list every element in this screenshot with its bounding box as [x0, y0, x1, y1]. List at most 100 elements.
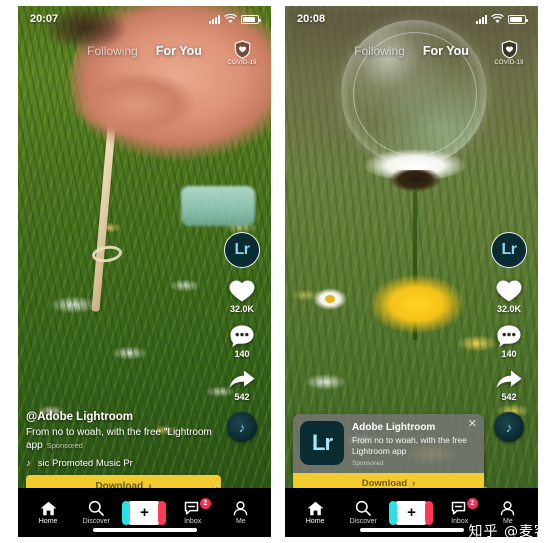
inbox-message-icon — [184, 501, 199, 515]
music-disc-icon[interactable]: ♪ — [227, 412, 257, 442]
comment-button-left[interactable]: 140 — [229, 324, 255, 359]
action-rail-right: Lr 32.0K 140 542 ♪ — [486, 232, 532, 442]
status-indicators-right — [476, 14, 528, 24]
bottom-tabbar-left: Home Discover + 2 Inbox Me — [18, 488, 271, 537]
comment-button-right[interactable]: 140 — [496, 324, 522, 359]
tab-me[interactable]: Me — [219, 500, 263, 525]
person-icon — [234, 500, 248, 515]
caption-description: From no to woah, with the free "Lightroo… — [26, 426, 217, 452]
tab-following[interactable]: Following — [87, 44, 138, 58]
home-indicator — [92, 528, 197, 532]
avatar[interactable]: Lr — [224, 232, 260, 268]
search-icon — [356, 500, 372, 516]
comparison-screenshot: 20:07 Following For You COVID-19 Lr 32.0… — [0, 0, 553, 543]
video-caption-left: @Adobe Lightroom From no to woah, with t… — [26, 411, 217, 469]
status-time: 20:07 — [30, 13, 59, 25]
like-button-left[interactable]: 32.0K — [228, 278, 256, 314]
tab-inbox-label: Inbox — [451, 517, 469, 525]
sponsored-ad-card[interactable]: Lr Adobe Lightroom From no to woah, with… — [293, 413, 484, 493]
daisy-flower — [363, 146, 467, 340]
sponsored-label: Sponsored — [46, 440, 83, 450]
covid-info-button-left[interactable]: COVID-19 — [221, 40, 263, 66]
tab-inbox[interactable]: 2 Inbox — [171, 497, 215, 525]
tab-home-label: Home — [305, 517, 325, 525]
tab-inbox-label: Inbox — [184, 517, 202, 525]
music-disc-icon[interactable]: ♪ — [494, 412, 524, 442]
avatar[interactable]: Lr — [491, 232, 527, 268]
music-note-icon: ♪ — [26, 458, 31, 469]
status-bar-right: 20:08 — [285, 6, 538, 32]
inbox-message-icon — [451, 501, 466, 515]
phone-panel-left: 20:07 Following For You COVID-19 Lr 32.0… — [18, 6, 271, 537]
covid-info-button-right[interactable]: COVID-19 — [488, 40, 530, 66]
heart-icon — [229, 280, 255, 302]
tab-for-you[interactable]: For You — [156, 44, 202, 58]
status-bar: 20:07 — [18, 6, 271, 32]
like-count: 32.0K — [229, 304, 255, 314]
inbox-badge: 2 — [466, 497, 478, 509]
tab-following[interactable]: Following — [354, 44, 405, 58]
share-button-left[interactable]: 542 — [228, 369, 256, 402]
covid-label: COVID-19 — [494, 60, 524, 66]
heart-icon — [496, 280, 522, 302]
phone-panel-right: 20:08 Following For You COVID-19 Lr 32.0… — [285, 6, 538, 537]
tab-home[interactable]: Home — [293, 501, 337, 525]
comment-icon — [230, 325, 254, 347]
share-arrow-icon — [496, 370, 522, 388]
home-icon — [307, 501, 323, 515]
ad-card-header: Lr Adobe Lightroom From no to woah, with… — [293, 414, 484, 473]
tab-me-label: Me — [235, 517, 246, 525]
soap-bubble — [341, 20, 487, 166]
plus-create-icon[interactable]: + — [389, 500, 434, 525]
wifi-icon — [491, 14, 504, 23]
tab-for-you[interactable]: For You — [423, 44, 469, 58]
bubble-bottle — [181, 186, 255, 226]
like-button-right[interactable]: 32.0K — [495, 278, 523, 314]
signal-bars-icon — [209, 15, 220, 24]
tab-home[interactable]: Home — [26, 501, 70, 525]
share-arrow-icon — [229, 370, 255, 388]
home-indicator — [359, 528, 464, 532]
ad-sponsored-label: Sponsored — [352, 460, 384, 467]
source-watermark: 知乎 @麦客 — [468, 524, 549, 540]
music-marquee-row[interactable]: ♪ sic Promoted Music Pr — [26, 458, 217, 469]
chevron-right-icon: › — [412, 477, 416, 489]
ad-title: Adobe Lightroom — [352, 421, 436, 433]
wifi-icon — [224, 14, 237, 23]
ad-card-body: Adobe Lightroom From no to woah, with th… — [352, 421, 476, 467]
tab-discover-label: Discover — [349, 518, 377, 525]
shield-heart-icon — [488, 40, 530, 59]
like-count: 32.0K — [496, 304, 522, 314]
ad-description: From no to woah, with the free Lightroom… — [352, 434, 467, 456]
share-count: 542 — [501, 392, 517, 402]
download-label: Download — [361, 477, 408, 489]
inbox-badge: 2 — [199, 497, 211, 509]
battery-icon — [508, 15, 528, 24]
app-icon-lightroom: Lr — [300, 420, 344, 465]
search-icon — [89, 500, 105, 516]
action-rail-left: Lr 32.0K 140 542 ♪ — [219, 232, 265, 442]
share-count: 542 — [234, 392, 250, 402]
caption-username[interactable]: @Adobe Lightroom — [26, 411, 217, 423]
covid-label: COVID-19 — [227, 60, 257, 66]
plus-create-icon[interactable]: + — [122, 500, 167, 525]
close-icon[interactable]: ✕ — [468, 418, 477, 430]
comment-count: 140 — [501, 349, 517, 359]
status-indicators — [209, 14, 261, 24]
tab-discover[interactable]: Discover — [341, 500, 385, 525]
comment-icon — [497, 325, 521, 347]
music-marquee-text: sic Promoted Music Pr — [37, 458, 133, 469]
battery-icon — [241, 15, 261, 24]
tab-create[interactable]: + — [122, 500, 167, 525]
tab-discover-label: Discover — [82, 518, 110, 525]
yellow-flower — [369, 274, 465, 334]
person-icon — [501, 500, 515, 515]
tab-home-label: Home — [38, 517, 58, 525]
status-time-right: 20:08 — [297, 13, 326, 25]
signal-bars-icon — [476, 15, 487, 24]
small-daisy — [313, 288, 347, 310]
share-button-right[interactable]: 542 — [495, 369, 523, 402]
tab-discover[interactable]: Discover — [74, 500, 118, 525]
home-icon — [40, 501, 56, 515]
tab-create[interactable]: + — [389, 500, 434, 525]
